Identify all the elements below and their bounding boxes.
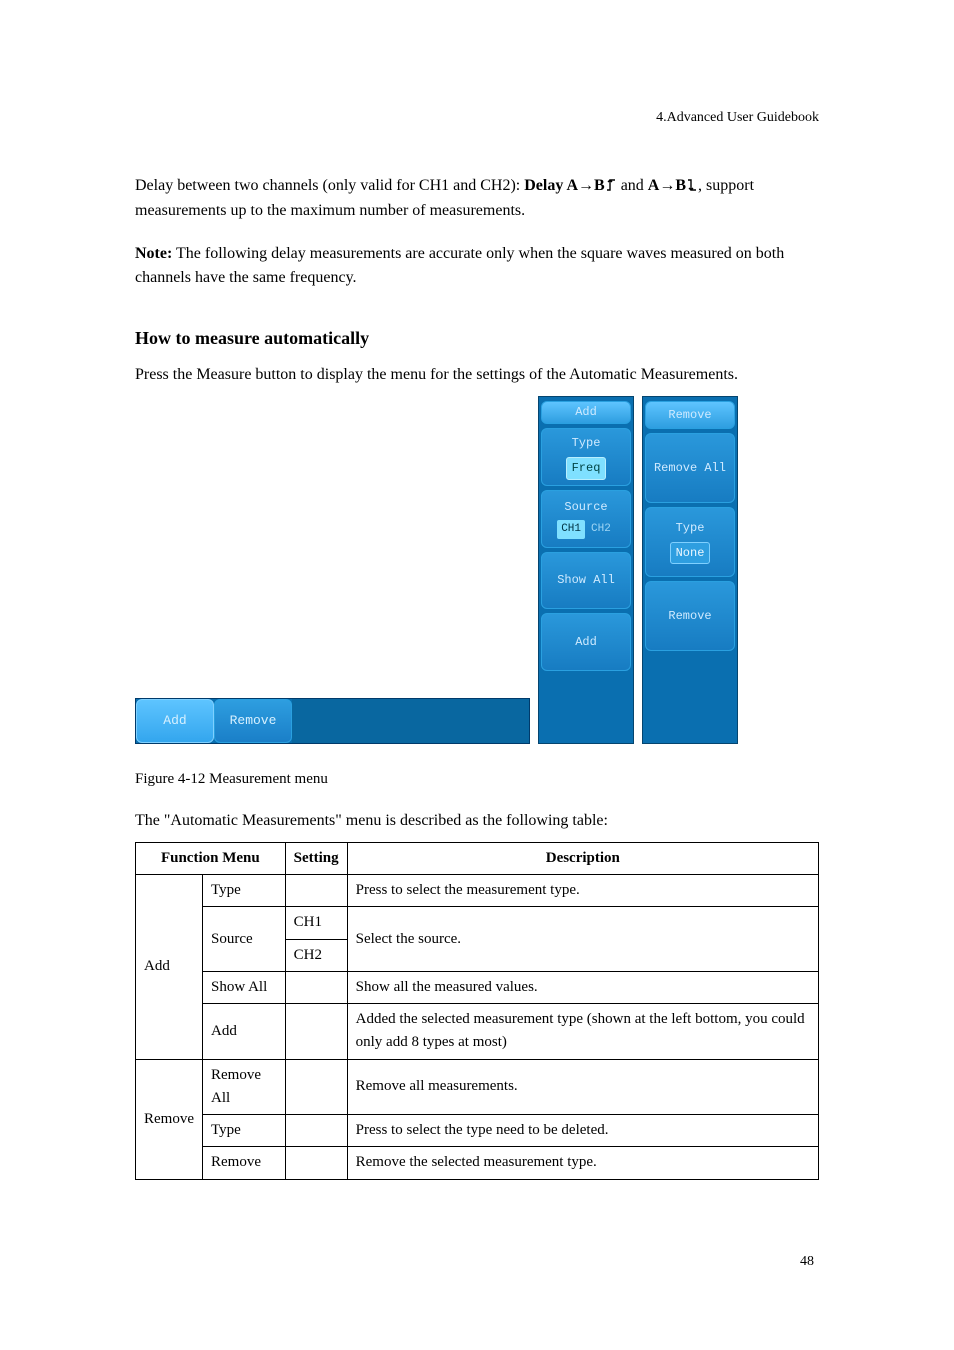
cell-remove-type-setting — [285, 1115, 347, 1147]
cell-remove-type: Type — [203, 1115, 286, 1147]
source-segmented: CH1 CH2 — [557, 520, 615, 539]
cell-removeall-desc: Remove all measurements. — [347, 1059, 818, 1115]
cell-showall-desc: Show all the measured values. — [347, 971, 818, 1003]
menu-screenshots: Add Remove Add Type Freq Source CH1 CH2 — [135, 396, 819, 744]
vmenu-add-head: Add — [541, 401, 631, 424]
cell-remove2-desc: Remove the selected measurement type. — [347, 1147, 818, 1179]
cell-showall: Show All — [203, 971, 286, 1003]
th-function: Function Menu — [136, 842, 286, 874]
table-caption: The "Automatic Measurements" menu is des… — [135, 809, 819, 834]
page-header: 4.Advanced User Guidebook — [135, 110, 819, 126]
source-ch2[interactable]: CH2 — [587, 520, 615, 539]
cell-add2-setting — [285, 1004, 347, 1060]
page-number: 48 — [800, 1254, 814, 1270]
vmenu-remove: Remove Remove All Type None Remove — [642, 396, 738, 744]
vmenu-add: Add Type Freq Source CH1 CH2 Show All Ad… — [538, 396, 634, 744]
vmenu-remove-remove-button[interactable]: Remove — [645, 581, 735, 651]
hmenu-spacer — [292, 699, 529, 743]
cell-add-group: Add — [136, 875, 203, 1060]
fall-edge-icon — [686, 178, 698, 192]
cell-remove-type-desc: Press to select the type need to be dele… — [347, 1115, 818, 1147]
hmenu-remove-button[interactable]: Remove — [214, 699, 292, 743]
cell-removeall-setting — [285, 1059, 347, 1115]
figure-caption: Figure 4-12 Measurement menu — [135, 768, 819, 791]
vmenu-add-add-button[interactable]: Add — [541, 613, 631, 671]
cell-source-desc: Select the source. — [347, 907, 818, 972]
vmenu-remove-type-button[interactable]: Type None — [645, 507, 735, 577]
cell-add2-desc: Added the selected measurement type (sho… — [347, 1004, 818, 1060]
section-heading: How to measure automatically — [135, 325, 819, 353]
hmenu: Add Remove — [135, 698, 530, 744]
th-desc: Description — [347, 842, 818, 874]
cell-remove-group: Remove — [136, 1059, 203, 1179]
cell-source-ch1: CH1 — [285, 907, 347, 939]
cell-type: Type — [203, 875, 286, 907]
vmenu-add-showall-button[interactable]: Show All — [541, 552, 631, 610]
rise-edge-icon — [605, 178, 617, 192]
cell-remove2-setting — [285, 1147, 347, 1179]
cell-type-desc: Press to select the measurement type. — [347, 875, 818, 907]
source-label: Source — [564, 498, 607, 517]
cell-type-setting — [285, 875, 347, 907]
type-value: Freq — [566, 457, 607, 480]
vmenu-add-type-button[interactable]: Type Freq — [541, 428, 631, 486]
type-label: Type — [572, 434, 601, 453]
note: Note: The following delay measurements a… — [135, 242, 819, 292]
howto-para: Press the Measure button to display the … — [135, 363, 819, 388]
cell-add2: Add — [203, 1004, 286, 1060]
hmenu-add-button[interactable]: Add — [136, 699, 214, 743]
cell-remove2: Remove — [203, 1147, 286, 1179]
auto-measure-table: Function Menu Setting Description Add Ty… — [135, 842, 819, 1180]
source-ch1[interactable]: CH1 — [557, 520, 585, 539]
vmenu-remove-head: Remove — [645, 401, 735, 429]
th-setting: Setting — [285, 842, 347, 874]
remove-type-label: Type — [676, 519, 705, 538]
vmenu-remove-removeall-button[interactable]: Remove All — [645, 433, 735, 503]
cell-source-ch2: CH2 — [285, 939, 347, 971]
remove-type-value: None — [670, 542, 711, 565]
cell-showall-setting — [285, 971, 347, 1003]
vmenu-add-source-button[interactable]: Source CH1 CH2 — [541, 490, 631, 548]
cell-removeall: Remove All — [203, 1059, 286, 1115]
cell-source: Source — [203, 907, 286, 972]
delay-para: Delay between two channels (only valid f… — [135, 174, 819, 224]
